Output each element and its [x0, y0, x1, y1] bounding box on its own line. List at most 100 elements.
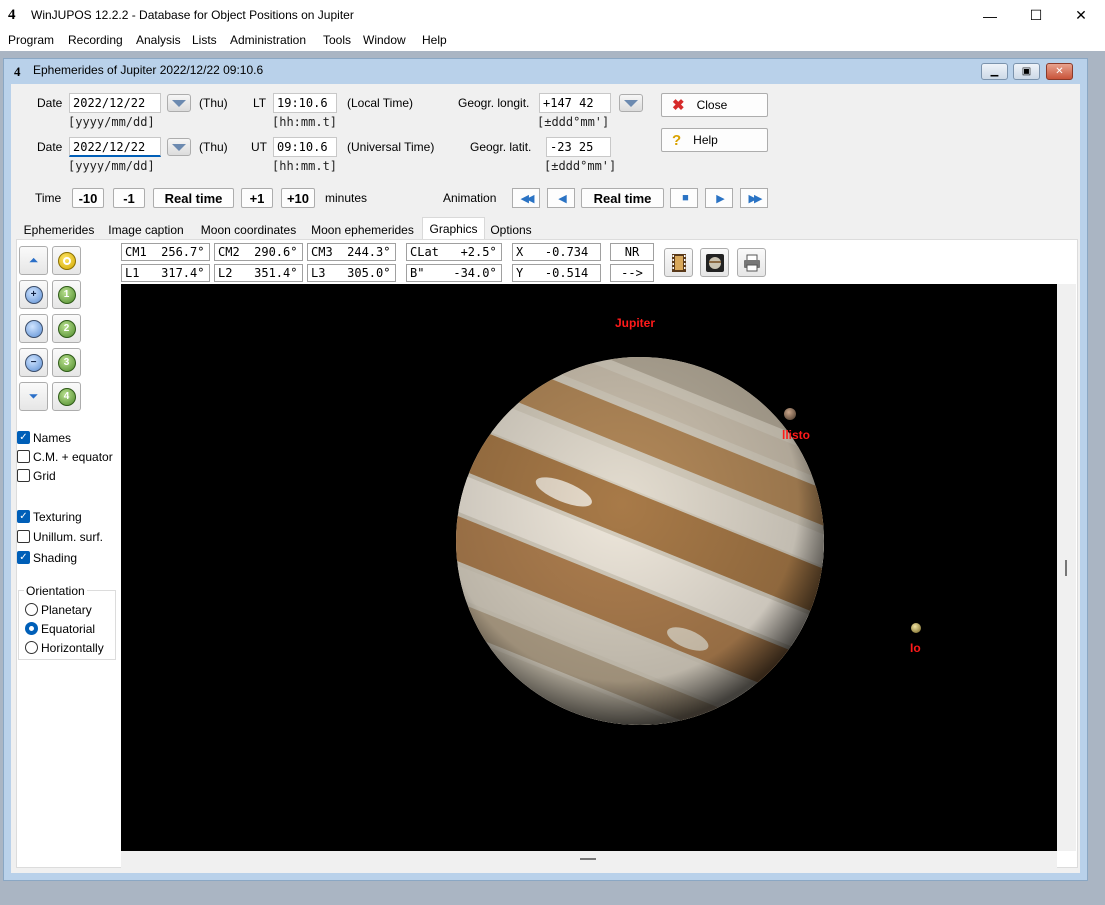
equatorial-radio[interactable]: [25, 622, 38, 635]
close-button[interactable]: ✖ Close: [661, 93, 768, 117]
printer-icon: [743, 254, 760, 271]
time-realtime-button[interactable]: Real time: [153, 188, 234, 208]
tab-options[interactable]: Options: [487, 219, 535, 240]
longit-label: Geogr. longit.: [458, 96, 530, 110]
tab-image-caption[interactable]: Image caption: [103, 219, 189, 240]
help-question-icon: ?: [672, 131, 682, 149]
child-close-button[interactable]: ✕: [1046, 63, 1073, 80]
child-window-icon: 4: [14, 64, 21, 79]
cm2-value: CM2 290.6°: [214, 243, 303, 261]
grid-checkbox[interactable]: [17, 469, 30, 482]
print-button[interactable]: [737, 248, 766, 277]
cm-equator-checkbox[interactable]: [17, 450, 30, 463]
forward-fast-button[interactable]: ▶▶: [740, 188, 768, 208]
callisto-label: llisto: [782, 428, 811, 442]
jump-bottom-icon: ⏷: [28, 389, 39, 403]
zoom-out-button[interactable]: −: [19, 348, 48, 377]
vertical-scrollbar[interactable]: [1057, 284, 1076, 851]
menu-help[interactable]: Help: [422, 33, 447, 47]
menu-lists[interactable]: Lists: [192, 33, 217, 47]
help-button[interactable]: ? Help: [661, 128, 768, 152]
names-checkbox[interactable]: ✓: [17, 431, 30, 444]
film-button[interactable]: [664, 248, 693, 277]
film-icon: [671, 253, 686, 272]
jupiter-graphics-canvas[interactable]: Jupiter llisto Io: [121, 284, 1057, 851]
menu-window[interactable]: Window: [363, 33, 406, 47]
texturing-checkbox[interactable]: ✓: [17, 510, 30, 523]
zoom-reset-button[interactable]: [19, 314, 48, 343]
minimize-button[interactable]: —: [967, 0, 1013, 31]
date-lt-dropdown-button[interactable]: [167, 94, 191, 112]
help-button-label: Help: [693, 133, 718, 147]
jump-top-button[interactable]: ⏶: [19, 246, 48, 275]
io-label: Io: [910, 641, 921, 655]
planetary-radio[interactable]: [25, 603, 38, 616]
image-button[interactable]: [700, 248, 729, 277]
window-title: WinJUPOS 12.2.2 - Database for Object Po…: [31, 8, 354, 22]
jump-top-icon: ⏶: [28, 253, 39, 267]
menu-administration[interactable]: Administration: [230, 33, 306, 47]
date-label: Date: [37, 96, 63, 110]
forward-button[interactable]: ▶: [705, 188, 733, 208]
scroll-thumb-h[interactable]: [580, 858, 596, 860]
longit-input[interactable]: +147 42: [539, 93, 611, 113]
jump-bottom-button[interactable]: ⏷: [19, 382, 48, 411]
moon-4-button[interactable]: 4: [52, 382, 81, 411]
menu-recording[interactable]: Recording: [68, 33, 123, 47]
tab-graphics[interactable]: Graphics: [422, 217, 485, 240]
shading-checkbox[interactable]: ✓: [17, 551, 30, 564]
longit-hint: [±ddd°mm']: [537, 115, 610, 129]
menu-tools[interactable]: Tools: [323, 33, 351, 47]
horizontally-label: Horizontally: [41, 641, 104, 655]
zoom-in-button[interactable]: +: [19, 280, 48, 309]
io-moon: [911, 623, 921, 633]
weekday-ut: (Thu): [199, 140, 228, 154]
texturing-label: Texturing: [33, 510, 82, 524]
moon-1-button[interactable]: 1: [52, 280, 81, 309]
arrow-button[interactable]: -->: [610, 264, 654, 282]
lt-desc: (Local Time): [347, 96, 414, 110]
moon-3-button[interactable]: 3: [52, 348, 81, 377]
child-restore-button[interactable]: ▣: [1013, 63, 1040, 80]
date-lt-hint: [yyyy/mm/dd]: [68, 115, 155, 129]
menu-analysis[interactable]: Analysis: [136, 33, 181, 47]
chevron-down-icon: [172, 143, 186, 151]
tab-moon-coordinates[interactable]: Moon coordinates: [194, 219, 303, 240]
animation-realtime-button[interactable]: Real time: [581, 188, 664, 208]
longit-dropdown-button[interactable]: [619, 94, 643, 112]
unillum-checkbox[interactable]: [17, 530, 30, 543]
horizontal-scrollbar[interactable]: [121, 851, 1057, 868]
jupiter-label: Jupiter: [615, 316, 656, 330]
chevron-down-icon: [172, 99, 186, 107]
l2-value: L2 351.4°: [214, 264, 303, 282]
tab-ephemerides[interactable]: Ephemerides: [18, 219, 100, 240]
rewind-button[interactable]: ◀: [547, 188, 575, 208]
maximize-button[interactable]: ☐: [1013, 0, 1059, 31]
child-minimize-button[interactable]: ▁: [981, 63, 1008, 80]
close-window-button[interactable]: ✕: [1058, 0, 1104, 31]
date-ut-dropdown-button[interactable]: [167, 138, 191, 156]
date-ut-input[interactable]: 2022/12/22: [69, 137, 161, 157]
rewind-fast-button[interactable]: ◀◀: [512, 188, 540, 208]
time-plus1-button[interactable]: +1: [241, 188, 273, 208]
horizontally-radio[interactable]: [25, 641, 38, 654]
moon-2-button[interactable]: 2: [52, 314, 81, 343]
time-minus1-button[interactable]: -1: [113, 188, 145, 208]
equatorial-label: Equatorial: [41, 622, 96, 636]
b-value: B" -34.0°: [406, 264, 502, 282]
lt-input[interactable]: 19:10.6: [273, 93, 337, 113]
menu-bar: Program Recording Analysis Lists Adminis…: [0, 31, 1105, 51]
tab-moon-ephemerides[interactable]: Moon ephemerides: [305, 219, 420, 240]
center-button[interactable]: [52, 246, 81, 275]
ut-input[interactable]: 09:10.6: [273, 137, 337, 157]
planetary-label: Planetary: [41, 603, 92, 617]
time-minus10-button[interactable]: -10: [72, 188, 104, 208]
latit-input[interactable]: -23 25: [546, 137, 611, 157]
menu-program[interactable]: Program: [8, 33, 54, 47]
time-plus10-button[interactable]: +10: [281, 188, 315, 208]
date-lt-input[interactable]: 2022/12/22: [69, 93, 161, 113]
date-ut-label: Date: [37, 140, 63, 154]
scroll-thumb[interactable]: [1065, 560, 1067, 576]
stop-button[interactable]: ■: [670, 188, 698, 208]
clat-value: CLat +2.5°: [406, 243, 502, 261]
